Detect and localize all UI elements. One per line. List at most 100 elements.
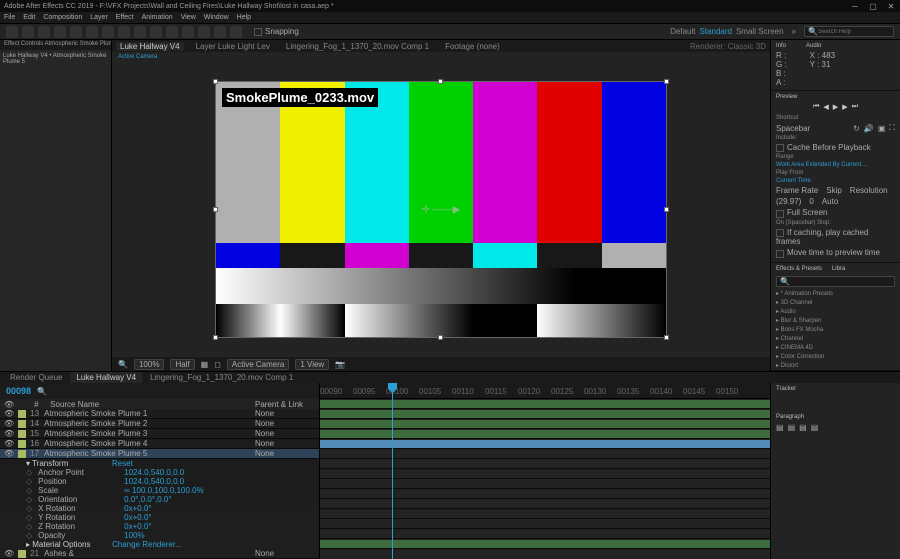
fullscreen-checkbox[interactable]: [776, 210, 784, 218]
layer-row[interactable]: 👁14Atmospheric Smoke Plume 2None: [0, 419, 319, 429]
fullscreen-icon[interactable]: ⛶: [889, 123, 895, 133]
prop-value[interactable]: ∞ 100.0,100.0,100.0%: [124, 486, 204, 495]
menu-view[interactable]: View: [181, 14, 196, 21]
transform-property[interactable]: ◇Position1024.0,540.0,0.0: [0, 477, 319, 486]
close-button[interactable]: ✕: [886, 2, 896, 11]
menu-help[interactable]: Help: [237, 14, 251, 21]
resolution-select[interactable]: Half: [170, 359, 194, 370]
magnify-icon[interactable]: 🔍: [118, 360, 128, 369]
mute-icon[interactable]: 🔊: [864, 124, 874, 133]
search-input[interactable]: [818, 29, 890, 35]
viewer-tab-layer[interactable]: Layer Luke Light Lev: [192, 42, 274, 51]
layer-color[interactable]: [18, 440, 26, 448]
timeline-tracks[interactable]: 0009000095001000010500110001150012000125…: [320, 383, 770, 559]
next-frame-icon[interactable]: ▶: [842, 103, 847, 111]
cb-caching[interactable]: [776, 229, 784, 237]
prop-value[interactable]: 0x+0.0°: [124, 504, 151, 513]
skip-value[interactable]: 0: [809, 197, 813, 206]
prev-frame-icon[interactable]: ◀: [823, 103, 828, 111]
track-row[interactable]: [320, 429, 770, 439]
libraries-title[interactable]: Libra: [832, 266, 845, 272]
tracker-title[interactable]: Tracker: [776, 386, 895, 392]
view-select[interactable]: Active Camera: [227, 359, 289, 370]
track-row[interactable]: [320, 439, 770, 449]
layer-bar[interactable]: [320, 430, 770, 438]
layer-bar[interactable]: [320, 400, 770, 408]
workspace-standard[interactable]: Standard: [700, 27, 732, 36]
views-select[interactable]: 1 View: [295, 359, 329, 370]
transform-group[interactable]: ▾ TransformReset: [0, 459, 319, 468]
shortcut-value[interactable]: Spacebar ↻ 🔊 ▣ ⛶: [776, 122, 895, 134]
loop-icon[interactable]: ↻: [853, 124, 860, 133]
layer-row[interactable]: 👁13Atmospheric Smoke Plume 1None: [0, 409, 319, 419]
effects-category[interactable]: ▸ Color Correction: [776, 352, 895, 361]
search-help[interactable]: 🔍: [804, 26, 894, 37]
layer-bar[interactable]: [320, 410, 770, 418]
visibility-icon[interactable]: 👁: [4, 419, 14, 428]
prop-value[interactable]: 100%: [124, 531, 144, 540]
eraser-tool-icon[interactable]: [198, 26, 210, 38]
rotate-tool-icon[interactable]: [70, 26, 82, 38]
layer-bar[interactable]: [320, 540, 770, 548]
effects-title[interactable]: Effects & Presets: [776, 266, 822, 272]
visibility-icon[interactable]: 👁: [4, 429, 14, 438]
effects-category[interactable]: ▸ * Animation Presets: [776, 289, 895, 298]
res-value[interactable]: Auto: [822, 197, 838, 206]
grid-icon[interactable]: ▦: [201, 360, 209, 369]
parent-header[interactable]: Parent & Link: [255, 400, 315, 409]
effects-category[interactable]: ▸ Blur & Sharpen: [776, 316, 895, 325]
pan-behind-tool-icon[interactable]: [102, 26, 114, 38]
track-row[interactable]: [320, 539, 770, 549]
layer-color[interactable]: [18, 430, 26, 438]
layer-color[interactable]: [18, 550, 26, 558]
transform-handle[interactable]: [664, 335, 669, 340]
text-tool-icon[interactable]: [150, 26, 162, 38]
time-ruler[interactable]: 0009000095001000010500110001150012000125…: [320, 383, 770, 399]
menu-window[interactable]: Window: [204, 14, 229, 21]
cb-movetime[interactable]: [776, 250, 784, 258]
justify-icon[interactable]: ▤: [811, 423, 819, 432]
transform-property[interactable]: ◇Orientation0.0°,0.0°,0.0°: [0, 495, 319, 504]
viewer-tab-fog[interactable]: Lingering_Fog_1_1370_20.mov Comp 1: [282, 42, 433, 51]
menu-animation[interactable]: Animation: [142, 14, 173, 21]
composition-canvas[interactable]: SmokePlume_0233.mov ✛ ——▶: [216, 82, 666, 337]
eye-column-icon[interactable]: 👁: [4, 400, 14, 409]
effects-category[interactable]: ▸ 3D Channel: [776, 298, 895, 307]
home-tool-icon[interactable]: [6, 26, 18, 38]
menu-composition[interactable]: Composition: [43, 14, 82, 21]
active-camera-label[interactable]: Active Camera: [112, 52, 770, 62]
range-value[interactable]: Work Area Extended By Current…: [776, 161, 895, 169]
first-frame-icon[interactable]: ⏮: [813, 103, 819, 111]
track-row[interactable]: [320, 499, 770, 509]
playfrom-value[interactable]: Current Time: [776, 177, 895, 185]
mask-icon[interactable]: ◻: [214, 360, 221, 369]
info-title[interactable]: Info: [776, 43, 786, 49]
track-row[interactable]: [320, 449, 770, 459]
layer-bar[interactable]: [320, 440, 770, 448]
prop-value[interactable]: 1024.0,540.0,0.0: [124, 477, 184, 486]
track-row[interactable]: [320, 459, 770, 469]
selection-tool-icon[interactable]: [22, 26, 34, 38]
effect-controls-tab[interactable]: Effect Controls Atmospheric Smoke Plume …: [0, 40, 111, 50]
workspace-small[interactable]: Small Screen: [736, 27, 784, 36]
effects-category[interactable]: ▸ CINEMA 4D: [776, 343, 895, 352]
transform-property[interactable]: ◇Opacity100%: [0, 531, 319, 540]
effects-search-input[interactable]: [790, 278, 891, 284]
align-left-icon[interactable]: ▤: [776, 423, 784, 432]
effects-category[interactable]: ▸ Boris FX Mocha: [776, 325, 895, 334]
layer-color[interactable]: [18, 410, 26, 418]
material-options[interactable]: ▸ Material OptionsChange Renderer...: [0, 540, 319, 549]
transform-property[interactable]: ◇X Rotation0x+0.0°: [0, 504, 319, 513]
menu-layer[interactable]: Layer: [90, 14, 108, 21]
clone-tool-icon[interactable]: [182, 26, 194, 38]
source-header[interactable]: Source Name: [50, 400, 251, 409]
track-row[interactable]: [320, 489, 770, 499]
playhead[interactable]: [392, 383, 393, 559]
viewer-tab-footage[interactable]: Footage (none): [441, 42, 504, 51]
visibility-icon[interactable]: 👁: [4, 439, 14, 448]
parent-link[interactable]: None: [255, 429, 315, 438]
layer-row[interactable]: 👁16Atmospheric Smoke Plume 4None: [0, 439, 319, 449]
zoom-tool-icon[interactable]: [54, 26, 66, 38]
align-right-icon[interactable]: ▤: [799, 423, 807, 432]
prop-value[interactable]: 0x+0.0°: [124, 522, 151, 531]
